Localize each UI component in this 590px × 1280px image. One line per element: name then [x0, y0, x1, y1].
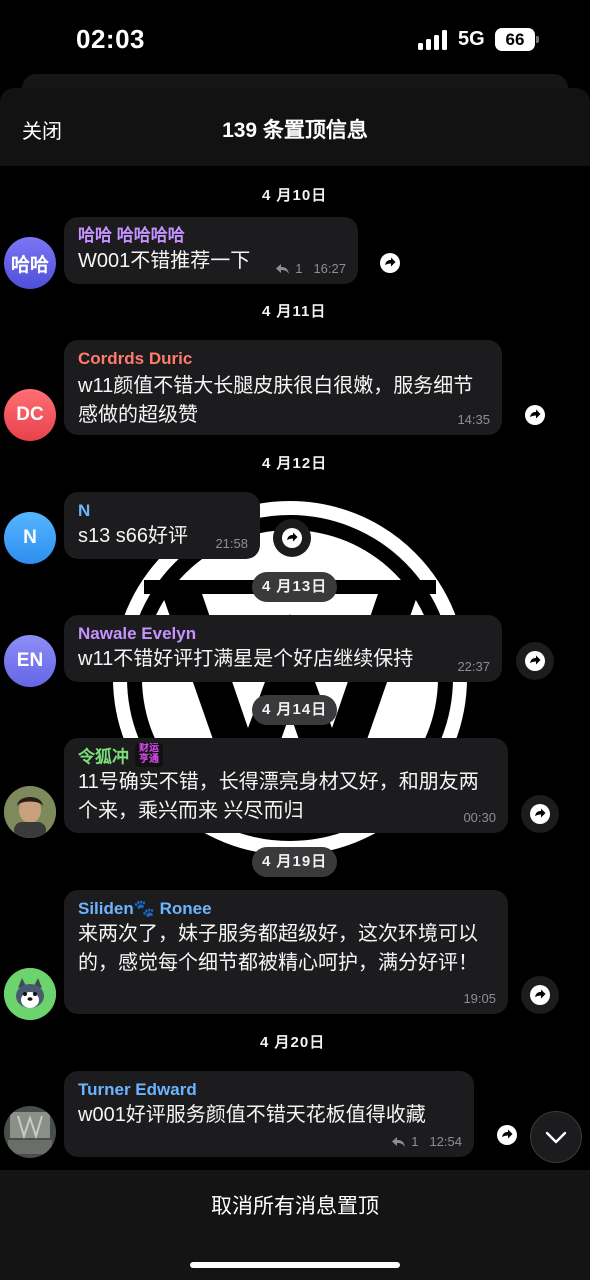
forward-button[interactable]: [521, 795, 559, 833]
sender-name[interactable]: Cordrds Duric: [78, 348, 488, 370]
forward-icon: [282, 528, 302, 548]
network-type: 5G: [458, 28, 485, 50]
message-bubble[interactable]: N s13 s66好评 21:58: [64, 492, 260, 559]
message-time: 16:27: [313, 261, 346, 276]
scroll-down-button[interactable]: [530, 1111, 582, 1163]
message-meta: 1 16:27: [275, 261, 346, 276]
date-separator: 4 月11日: [262, 303, 327, 320]
reply-icon: [392, 1136, 406, 1147]
page-title: 139 条置顶信息: [222, 119, 368, 142]
forward-icon: [525, 651, 545, 671]
sender-badge: 财运 亨通: [135, 743, 163, 767]
cellular-signal-icon: [418, 30, 448, 50]
user-photo-icon: [4, 1106, 56, 1158]
sender-name[interactable]: 哈哈 哈哈哈哈: [78, 225, 344, 247]
sender-name[interactable]: Siliden🐾 Ronee: [78, 898, 494, 920]
sender-name[interactable]: 令狐冲 财运 亨通: [78, 743, 494, 770]
message-time: 00:30: [463, 810, 496, 825]
message-meta: 21:58: [215, 536, 248, 551]
message-time: 14:35: [457, 412, 490, 427]
message-time: 21:58: [215, 536, 248, 551]
message-meta: 22:37: [457, 659, 490, 674]
message-meta: 1 12:54: [391, 1134, 462, 1149]
badge-line: 亨通: [139, 754, 159, 765]
sender-name[interactable]: Turner Edward: [78, 1079, 460, 1101]
message-time: 19:05: [463, 991, 496, 1006]
message-text: 来两次了，妹子服务都超级好，这次环境可以的，感觉每个细节都被精心呵护，满分好评！: [78, 923, 478, 974]
forward-button[interactable]: [521, 976, 559, 1014]
forward-button[interactable]: [371, 244, 409, 282]
status-time: 02:03: [76, 24, 145, 54]
date-separator: 4 月19日: [252, 847, 338, 877]
date-separator: 4 月10日: [262, 187, 328, 204]
forward-icon: [525, 405, 545, 425]
unpin-all-button[interactable]: 取消所有消息置顶: [0, 1190, 590, 1220]
message-meta: 19:05: [463, 991, 496, 1006]
message-bubble[interactable]: Turner Edward w001好评服务颜值不错天花板值得收藏 1 12:5…: [64, 1071, 474, 1157]
avatar[interactable]: [4, 968, 56, 1020]
chevron-down-icon: [545, 1131, 567, 1144]
reply-count: 1: [295, 261, 303, 276]
date-separator: 4 月14日: [252, 695, 338, 725]
sender-name[interactable]: N: [78, 500, 246, 522]
avatar[interactable]: N: [4, 512, 56, 564]
reply-icon: [276, 263, 290, 274]
message-bubble[interactable]: Siliden🐾 Ronee 来两次了，妹子服务都超级好，这次环境可以的，感觉每…: [64, 890, 508, 1014]
forward-button[interactable]: [516, 642, 554, 680]
forward-icon: [380, 253, 400, 273]
battery-icon: 66: [495, 28, 539, 51]
forward-icon: [530, 985, 550, 1005]
user-photo-icon: [4, 786, 56, 838]
avatar[interactable]: [4, 1106, 56, 1158]
message-text: w11不错好评打满星是个好店继续保持: [78, 648, 414, 670]
forward-button[interactable]: [488, 1116, 526, 1154]
avatar[interactable]: DC: [4, 389, 56, 441]
sender-name[interactable]: Nawale Evelyn: [78, 623, 488, 645]
avatar[interactable]: [4, 786, 56, 838]
avatar[interactable]: EN: [4, 635, 56, 687]
date-separator: 4 月13日: [252, 572, 338, 602]
message-time: 22:37: [457, 659, 490, 674]
message-meta: 14:35: [457, 412, 490, 427]
message-text: w001好评服务颜值不错天花板值得收藏: [78, 1104, 426, 1126]
pinned-header: 关闭 139 条置顶信息: [0, 88, 590, 166]
forward-button[interactable]: [273, 519, 311, 557]
avatar[interactable]: 哈哈: [4, 237, 56, 289]
message-bubble[interactable]: Nawale Evelyn w11不错好评打满星是个好店继续保持 22:37: [64, 615, 502, 682]
reply-count: 1: [411, 1134, 419, 1149]
date-separator: 4 月12日: [262, 455, 328, 472]
message-text: 11号确实不错，长得漂亮身材又好，和朋友两个来，乘兴而来 兴尽而归: [78, 771, 479, 822]
date-separator: 4 月20日: [260, 1034, 326, 1051]
message-bubble[interactable]: 令狐冲 财运 亨通 11号确实不错，长得漂亮身材又好，和朋友两个来，乘兴而来 兴尽而…: [64, 738, 508, 833]
home-indicator[interactable]: [190, 1262, 400, 1268]
battery-level: 66: [495, 28, 535, 51]
forward-button[interactable]: [516, 396, 554, 434]
message-time: 12:54: [429, 1134, 462, 1149]
message-bubble[interactable]: 哈哈 哈哈哈哈 W001不错推荐一下 1 16:27: [64, 217, 358, 284]
husky-avatar-icon: [4, 968, 56, 1020]
status-bar: 02:03 5G 66: [0, 0, 590, 80]
forward-icon: [530, 804, 550, 824]
message-bubble[interactable]: Cordrds Duric w11颜值不错大长腿皮肤很白很嫩，服务细节感做的超级…: [64, 340, 502, 435]
badge-line: 财运: [139, 743, 159, 754]
message-text: w11颜值不错大长腿皮肤很白很嫩，服务细节感做的超级赞: [78, 375, 474, 426]
forward-icon: [497, 1125, 517, 1145]
message-meta: 00:30: [463, 810, 496, 825]
sender-name-text: 令狐冲: [78, 747, 129, 767]
